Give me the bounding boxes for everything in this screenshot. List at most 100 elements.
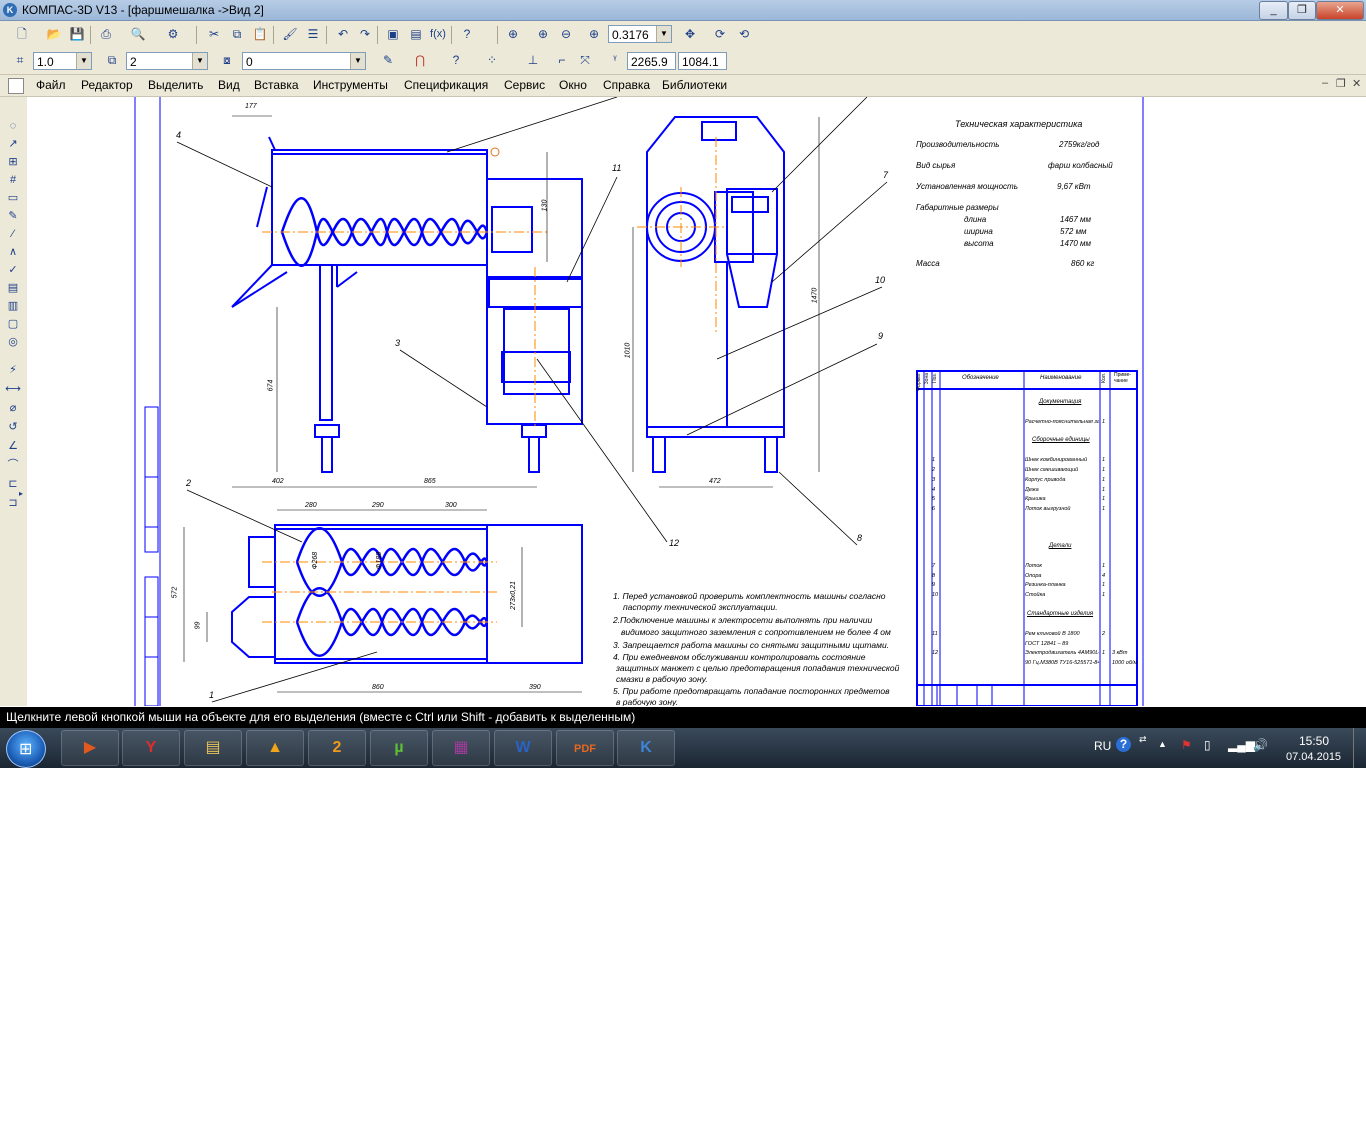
open-file-icon[interactable]: 📂 [44, 24, 64, 44]
measure-icon[interactable]: ✎ [4, 208, 22, 224]
taskbar-file-explorer-button[interactable]: ▤ [184, 730, 242, 766]
taskbar-kompas-button[interactable]: K [617, 730, 675, 766]
param-icon[interactable]: ▭ [4, 190, 22, 206]
round-icon[interactable]: ⤧ [575, 50, 595, 70]
angular-icon[interactable]: ∠ [4, 438, 22, 454]
taskbar-word-button[interactable]: W [494, 730, 552, 766]
chevron-down-icon[interactable]: ▼ [76, 53, 91, 69]
start-button[interactable]: ⊞ [6, 730, 46, 768]
ime-icon[interactable]: ⇄ [1139, 734, 1147, 745]
menu-insert[interactable]: Вставка [254, 78, 299, 92]
close-button[interactable]: ✕ [1316, 1, 1364, 20]
redo-icon[interactable]: ↷ [355, 24, 375, 44]
style-icon[interactable]: ⧇ [217, 50, 237, 70]
undo-icon[interactable]: ↶ [333, 24, 353, 44]
dim-line-icon[interactable]: ⟷ [4, 381, 22, 397]
linear-dim-icon[interactable]: ⚡ [4, 362, 22, 378]
zoom-combo[interactable]: 0.3176 ▼ [608, 25, 672, 43]
copy-icon[interactable]: ⧉ [227, 24, 247, 44]
drawing-canvas[interactable]: 177 130 674 402 865 1010 1470 472 280 29… [27, 97, 1366, 706]
ortho-mode-icon[interactable]: ⌐ [552, 50, 572, 70]
taskbar-app-2-button[interactable]: 2 [308, 730, 366, 766]
report-icon[interactable]: ▤ [4, 280, 22, 296]
network-icon[interactable]: ▂▄▆ [1228, 738, 1255, 752]
zoom-window-icon[interactable]: ⊕ [503, 24, 523, 44]
chevron-down-icon[interactable]: ▼ [192, 53, 207, 69]
format-painter-icon[interactable]: 🖌 [280, 24, 300, 44]
minimize-button[interactable]: _ [1259, 1, 1288, 20]
flag-icon[interactable]: ⚑ [1181, 738, 1192, 752]
taskbar-yandex-browser-button[interactable]: Y [122, 730, 180, 766]
new-file-icon[interactable]: 🗋 [12, 24, 32, 44]
taskbar-pdf-button[interactable]: PDF [556, 730, 614, 766]
redraw-icon[interactable]: ⟲ [734, 24, 754, 44]
grid-icon[interactable]: ⁘ [482, 50, 502, 70]
menu-libraries[interactable]: Библиотеки [662, 78, 727, 92]
help-pointer-icon[interactable]: ? [457, 24, 477, 44]
tray-expand-icon[interactable]: ▲ [1158, 739, 1167, 749]
pan-icon[interactable]: ✥ [680, 24, 700, 44]
magnet-snap-icon[interactable]: ⋂ [410, 50, 430, 70]
taskbar-media-player-button[interactable]: ▶ [61, 730, 119, 766]
doc-close-icon[interactable]: ✕ [1352, 77, 1361, 90]
clock-date[interactable]: 07.04.2015 [1286, 751, 1341, 763]
angle-icon[interactable]: ∧ [4, 244, 22, 260]
help-icon[interactable]: ? [1116, 737, 1131, 752]
cut-icon[interactable]: ✂ [204, 24, 224, 44]
menu-edit[interactable]: Редактор [81, 78, 133, 92]
clock-time[interactable]: 15:50 [1299, 734, 1329, 748]
menu-window[interactable]: Окно [559, 78, 587, 92]
parameters-icon[interactable]: ✎ [378, 50, 398, 70]
view-icon[interactable]: ◎ [4, 334, 22, 350]
device-icon[interactable]: ▯ [1204, 738, 1211, 752]
style-combo[interactable]: 0 ▼ [242, 52, 366, 70]
preview-icon[interactable]: 🔍 [128, 24, 148, 44]
print-icon[interactable]: ⎙ [96, 24, 116, 44]
menu-file[interactable]: Файл [36, 78, 66, 92]
volume-icon[interactable]: 🔊 [1253, 738, 1268, 752]
expand-icon[interactable]: ▸ [17, 486, 25, 502]
language-indicator[interactable]: RU [1094, 739, 1111, 753]
menu-select[interactable]: Выделить [148, 78, 203, 92]
chevron-down-icon[interactable]: ▼ [350, 53, 365, 69]
coord-y-field[interactable]: 1084.1 [678, 52, 727, 70]
taskbar-winrar-button[interactable]: ▦ [432, 730, 490, 766]
radius-icon[interactable]: ↺ [4, 419, 22, 435]
restore-button[interactable]: ❐ [1288, 1, 1316, 20]
orthogonal-icon[interactable]: ? [446, 50, 466, 70]
diameter-icon[interactable]: ⌀ [4, 400, 22, 416]
menu-specification[interactable]: Спецификация [404, 78, 488, 92]
menu-service[interactable]: Сервис [504, 78, 545, 92]
edit-icon[interactable]: # [4, 172, 22, 188]
designations-icon[interactable]: ⊞ [4, 154, 22, 170]
layer-icon[interactable]: ⧉ [102, 50, 122, 70]
zoom-in-icon[interactable]: ⊕ [533, 24, 553, 44]
insert-icon[interactable]: ▥ [4, 298, 22, 314]
library-icon[interactable]: ▤ [406, 24, 426, 44]
arc-dim-icon[interactable]: ⌒ [4, 457, 22, 473]
taskbar-utorrent-button[interactable]: µ [370, 730, 428, 766]
list-icon[interactable]: ☰ [303, 24, 323, 44]
geometry-icon[interactable]: ◌ [4, 118, 22, 134]
taskbar-aimp-button[interactable]: ▲ [246, 730, 304, 766]
paste-icon[interactable]: 📋 [250, 24, 270, 44]
menu-view[interactable]: Вид [218, 78, 240, 92]
refresh-icon[interactable]: ⟳ [710, 24, 730, 44]
local-cs-icon[interactable]: ⊥ [523, 50, 543, 70]
doc-restore-icon[interactable]: ❐ [1336, 77, 1346, 90]
select-icon[interactable]: ⁄ [4, 226, 22, 242]
layer-combo[interactable]: 2 ▼ [126, 52, 208, 70]
properties-icon[interactable]: ⚙ [163, 24, 183, 44]
menu-help[interactable]: Справка [603, 78, 650, 92]
menu-tools[interactable]: Инструменты [313, 78, 388, 92]
step-icon[interactable]: ⌗ [10, 50, 30, 70]
chevron-down-icon[interactable]: ▼ [656, 26, 671, 42]
show-desktop-button[interactable] [1353, 728, 1366, 768]
step-combo[interactable]: 1.0 ▼ [33, 52, 92, 70]
spec-icon[interactable]: ✓ [4, 262, 22, 278]
manager-icon[interactable]: ▣ [383, 24, 403, 44]
function-icon[interactable]: f(x) [428, 24, 448, 44]
zoom-out-icon[interactable]: ⊖ [556, 24, 576, 44]
zoom-scale-icon[interactable]: ⊕ [584, 24, 604, 44]
fragment-icon[interactable]: ▢ [4, 316, 22, 332]
